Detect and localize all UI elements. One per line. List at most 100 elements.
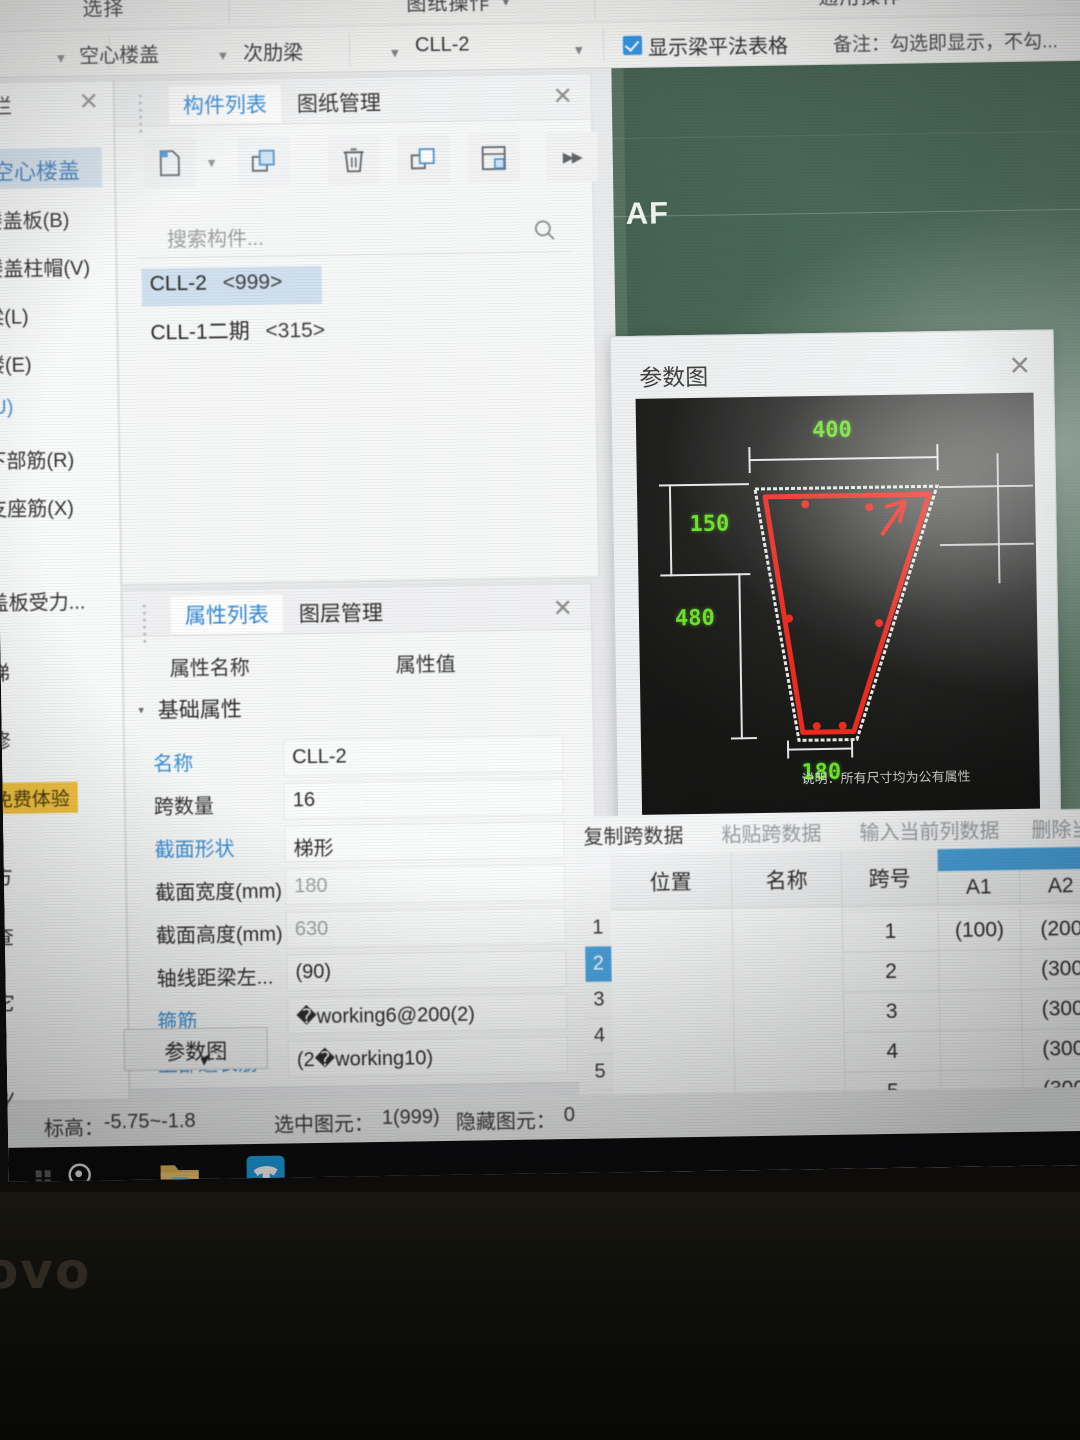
property-row-section-shape[interactable]: 截面形状 梯形: [126, 818, 595, 868]
close-icon[interactable]: ✕: [78, 87, 100, 116]
sidebar-item-measure[interactable]: 方: [0, 861, 13, 890]
table-cell-span-no[interactable]: 1: [842, 911, 940, 953]
sidebar-item-floor[interactable]: 楼(E): [0, 348, 32, 378]
copy-icon[interactable]: [237, 136, 291, 188]
dropdown-caret-icon[interactable]: ▾: [219, 46, 227, 64]
dropdown-caret-icon[interactable]: ▾: [391, 44, 399, 62]
drag-grip-icon[interactable]: [141, 603, 153, 643]
table-cell-a1[interactable]: [939, 989, 1023, 1032]
delete-span-button[interactable]: 删除当...: [1031, 813, 1080, 843]
row-header[interactable]: 5: [586, 1054, 614, 1091]
sidebar-item-slab-rebar[interactable]: 盖板受力...: [0, 586, 86, 617]
drag-grip-icon[interactable]: [137, 93, 149, 133]
property-value[interactable]: 630: [285, 907, 567, 949]
table-cell-a1[interactable]: (100): [938, 909, 1022, 952]
row-header[interactable]: 2: [585, 946, 612, 983]
chevron-down-icon[interactable]: ▾: [503, 0, 510, 9]
span-data-grid[interactable]: 位置 名称 跨号 A1 A2 1 2 3 4 5 - 1 2 3 4: [584, 846, 1080, 1143]
new-component-icon[interactable]: [143, 137, 197, 189]
property-row-axis-offset[interactable]: 轴线距梁左... (90): [128, 947, 597, 997]
selector-floor-system[interactable]: 空心楼盖: [79, 38, 159, 68]
close-icon[interactable]: ✕: [553, 594, 574, 623]
delete-icon[interactable]: [327, 134, 381, 186]
search-input[interactable]: 搜索构件...: [167, 222, 264, 253]
chevron-down-icon[interactable]: ▾: [138, 704, 144, 717]
property-group-header[interactable]: ▾ 基础属性: [138, 693, 242, 725]
sidebar-item-selected[interactable]: 空心楼盖: [0, 147, 103, 190]
tab-drawing-manager[interactable]: 图纸管理: [297, 87, 381, 118]
input-column-data-button[interactable]: 输入当前列数据: [859, 814, 999, 845]
ribbon-group-drawing-ops[interactable]: 图纸操作 ▾: [406, 0, 510, 16]
close-icon[interactable]: ✕: [1008, 351, 1031, 382]
selector-component-name[interactable]: CLL-2: [415, 33, 470, 57]
paste-span-data-button[interactable]: 粘贴跨数据: [721, 817, 821, 848]
sidebar-item-decorate[interactable]: 修: [0, 725, 11, 754]
table-cell-a1[interactable]: [939, 949, 1022, 992]
column-header-a1[interactable]: A1: [938, 869, 1021, 906]
dropdown-caret-icon[interactable]: ▾: [575, 41, 583, 59]
column-header-name[interactable]: 名称: [731, 850, 843, 909]
sidebar-item-column-cap[interactable]: 楼盖柱帽(V): [0, 251, 90, 282]
property-value[interactable]: �working6@200(2): [286, 993, 568, 1035]
property-row-span-count[interactable]: 跨数量 16: [126, 775, 595, 825]
table-cell-a2[interactable]: (300: [1021, 948, 1080, 990]
table-cell-a2[interactable]: (200: [1020, 908, 1080, 950]
ribbon-group-select[interactable]: 选择: [82, 0, 124, 22]
property-value[interactable]: 180: [284, 864, 566, 906]
sidebar-item-check[interactable]: 查: [0, 921, 14, 950]
layer-icon[interactable]: [467, 132, 521, 184]
free-trial-badge[interactable]: 免费体验: [0, 781, 79, 815]
search-icon[interactable]: [58, 1154, 105, 1182]
table-cell-a1[interactable]: [940, 1029, 1024, 1072]
property-row-section-width[interactable]: 截面宽度(mm) 180: [127, 861, 596, 911]
table-cell-span-no[interactable]: 4: [844, 1031, 942, 1073]
copy-span-data-button[interactable]: 复制跨数据: [583, 819, 683, 850]
sidebar-item-slab[interactable]: 楼盖板(B): [0, 204, 70, 234]
file-explorer-icon[interactable]: [150, 1153, 209, 1182]
close-icon[interactable]: ✕: [552, 82, 573, 111]
tab-component-list[interactable]: 构件列表: [168, 84, 282, 125]
ribbon-group-general-ops[interactable]: 通用操作 ▾: [818, 0, 922, 10]
duplicate-icon[interactable]: [397, 133, 451, 185]
column-header-span-no[interactable]: 跨号: [841, 849, 939, 907]
dropdown-caret-icon[interactable]: ▾: [57, 49, 65, 67]
property-value[interactable]: CLL-2: [282, 735, 564, 777]
dropdown-caret-icon[interactable]: ▾: [208, 153, 216, 171]
sidebar-item-stair[interactable]: 梯: [0, 657, 10, 686]
row-header[interactable]: 3: [585, 982, 613, 1019]
property-value[interactable]: 16: [283, 778, 565, 820]
app-icon[interactable]: [236, 1151, 295, 1182]
search-icon[interactable]: [533, 218, 557, 247]
sidebar-item-other[interactable]: 它: [0, 987, 15, 1016]
table-cell-span-no[interactable]: 3: [843, 991, 941, 1033]
sidebar-item-beam[interactable]: 梁(L): [0, 300, 29, 330]
table-cell-a2[interactable]: (300: [1022, 1028, 1080, 1070]
show-beam-table-checkbox[interactable]: [622, 35, 643, 56]
sidebar-item-u[interactable]: (U): [0, 397, 14, 420]
property-row-section-height[interactable]: 截面高度(mm) 630: [128, 904, 597, 954]
chevron-down-icon[interactable]: ▾: [915, 0, 922, 2]
more-icon[interactable]: ▸▸: [545, 131, 599, 183]
row-header[interactable]: 1: [584, 910, 612, 947]
sidebar-item-support-rebar[interactable]: 支座筋(X): [0, 492, 74, 522]
sidebar-title: 栏: [0, 95, 13, 119]
property-value[interactable]: (2�working10): [287, 1036, 569, 1078]
property-value[interactable]: 梯形: [284, 821, 565, 863]
sidebar-item-bottom-rebar[interactable]: 下部筋(R): [0, 444, 74, 474]
search-component-field[interactable]: 搜索构件...: [136, 207, 572, 259]
table-cell-span-no[interactable]: 2: [843, 951, 940, 993]
property-row-name[interactable]: 名称 CLL-2: [125, 732, 594, 782]
row-header[interactable]: 4: [586, 1018, 613, 1055]
sidebar-item-label: 盖板受力...: [0, 591, 86, 616]
property-value[interactable]: (90): [286, 950, 567, 992]
column-header-a2[interactable]: A2: [1020, 868, 1080, 904]
property-label: 名称: [153, 752, 194, 776]
param-diagram-button[interactable]: 参数图: [123, 1026, 269, 1072]
column-header-position[interactable]: 位置: [609, 852, 733, 911]
selector-beam-type[interactable]: 次肋梁: [243, 36, 303, 66]
table-cell-a2[interactable]: (300: [1021, 988, 1080, 1030]
tab-layer-manager[interactable]: 图层管理: [299, 597, 383, 628]
list-item-cll-1-phase2[interactable]: CLL-1二期 <315>: [142, 310, 333, 351]
list-item-cll-2[interactable]: CLL-2 <999>: [141, 265, 323, 307]
tab-property-list[interactable]: 属性列表: [170, 594, 284, 635]
